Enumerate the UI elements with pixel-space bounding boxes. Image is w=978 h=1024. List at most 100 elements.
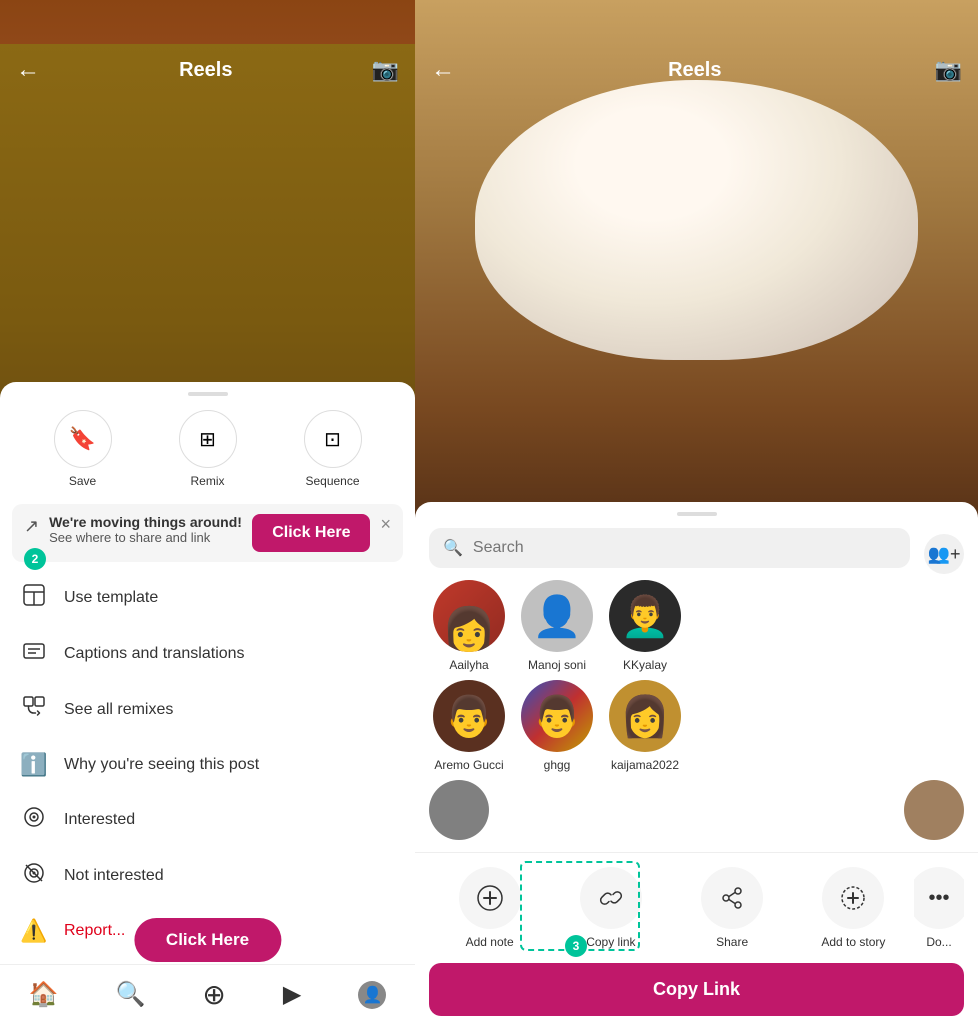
reels-header-right: ← Reels 📷 <box>415 44 978 96</box>
banner-subtitle: See where to share and link <box>49 530 242 545</box>
contact-name-aremo: Aremo Gucci <box>434 758 503 772</box>
page-title-right: Reels <box>668 59 721 82</box>
search-input[interactable] <box>473 539 896 557</box>
do-label: Do... <box>926 935 951 949</box>
contact-avatar-manoj <box>521 580 593 652</box>
why-seeing-item[interactable]: ℹ️ Why you're seeing this post <box>0 738 415 792</box>
contacts-row-1: Aailyha Manoj soni KKyalay <box>415 580 978 680</box>
back-button-left[interactable]: ← <box>16 56 40 84</box>
remix-label: Remix <box>190 474 224 488</box>
camera-icon-right[interactable]: 📷 <box>935 57 962 83</box>
add-story-label: Add to story <box>821 935 885 949</box>
captions-label: Captions and translations <box>64 645 245 663</box>
contact-avatar-kaijama <box>609 680 681 752</box>
share-icon-action <box>701 867 763 929</box>
add-note-action[interactable]: Add note <box>429 867 550 949</box>
see-remixes-item[interactable]: See all remixes <box>0 682 415 738</box>
contact-avatar-partial-2 <box>904 780 964 840</box>
not-interested-item[interactable]: Not interested <box>0 848 415 904</box>
captions-item[interactable]: Captions and translations <box>0 626 415 682</box>
contact-aremo[interactable]: Aremo Gucci <box>429 680 509 772</box>
add-note-icon <box>459 867 521 929</box>
nav-search[interactable]: 🔍 <box>115 980 145 1009</box>
camera-icon-left[interactable]: 📷 <box>372 57 399 83</box>
interested-item[interactable]: Interested <box>0 792 415 848</box>
why-seeing-label: Why you're seeing this post <box>64 756 259 774</box>
contact-name-manoj: Manoj soni <box>528 658 586 672</box>
contact-kkyalay[interactable]: KKyalay <box>605 580 685 672</box>
contact-avatar-partial-1 <box>429 780 489 840</box>
more-action[interactable]: ••• Do... <box>914 867 964 949</box>
share-actions-row: Add note Copy link <box>415 853 978 959</box>
contact-aailyha[interactable]: Aailyha <box>429 580 509 672</box>
remixes-icon <box>20 696 48 724</box>
contact-name-aailyha: Aailyha <box>449 658 488 672</box>
nav-home[interactable]: 🏠 <box>29 980 59 1009</box>
share-sheet: 🔍 👥+ Aailyha Manoj soni KKyalay <box>415 502 978 1024</box>
contact-partial-2[interactable] <box>904 780 964 840</box>
add-note-label: Add note <box>466 935 514 949</box>
interested-icon <box>20 806 48 834</box>
use-template-label: Use template <box>64 589 158 607</box>
contact-avatar-aailyha <box>433 580 505 652</box>
bottom-nav: 🏠 🔍 ⊕ ▶ 👤 <box>0 964 415 1024</box>
report-label: Report... <box>64 922 125 940</box>
not-interested-label: Not interested <box>64 867 164 885</box>
not-interested-icon <box>20 862 48 890</box>
step3-badge: 3 <box>565 935 587 957</box>
captions-icon <box>20 640 48 668</box>
contacts-row-3-partial <box>415 780 978 853</box>
interested-label: Interested <box>64 811 135 829</box>
save-item[interactable]: 🔖 Save <box>54 410 112 488</box>
bowl-right <box>475 80 918 360</box>
sequence-icon: ⊡ <box>304 410 362 468</box>
notification-banner: ↗ We're moving things around! See where … <box>12 504 403 562</box>
click-here-button[interactable]: Click Here <box>252 514 370 552</box>
share-actions-container: Add note Copy link <box>415 853 978 959</box>
banner-text-area: We're moving things around! See where to… <box>49 514 242 545</box>
copy-link-label: Copy link <box>586 935 635 949</box>
use-template-item[interactable]: Use template <box>0 570 415 626</box>
contact-kaijama[interactable]: kaijama2022 <box>605 680 685 772</box>
report-icon: ⚠️ <box>20 918 48 944</box>
contact-ghgg[interactable]: ghgg <box>517 680 597 772</box>
sheet-icons-row: 🔖 Save ⊞ Remix ⊡ Sequence <box>0 410 415 504</box>
template-icon <box>20 584 48 612</box>
copy-link-button[interactable]: Copy Link <box>429 963 964 1016</box>
contact-name-kaijama: kaijama2022 <box>611 758 679 772</box>
right-panel: 2:45 🔑⚡9.3K/s 📶🔋 ← Reels 📷 🔍 👥+ Aailyha <box>415 0 978 1024</box>
search-icon: 🔍 <box>443 538 463 558</box>
close-banner-button[interactable]: × <box>380 514 391 535</box>
remix-icon: ⊞ <box>179 410 237 468</box>
reels-header-left: ← Reels 📷 <box>0 44 415 96</box>
remix-item[interactable]: ⊞ Remix <box>179 410 237 488</box>
search-row: 🔍 👥+ <box>415 528 978 580</box>
add-person-button[interactable]: 👥+ <box>924 534 964 574</box>
nav-reels[interactable]: ▶ <box>283 980 301 1009</box>
share-action[interactable]: Share <box>672 867 793 949</box>
search-bar[interactable]: 🔍 <box>429 528 910 568</box>
sequence-item[interactable]: ⊡ Sequence <box>304 410 362 488</box>
see-remixes-label: See all remixes <box>64 701 173 719</box>
add-to-story-action[interactable]: Add to story <box>793 867 914 949</box>
share-handle <box>677 512 717 516</box>
share-label: Share <box>716 935 748 949</box>
save-icon: 🔖 <box>54 410 112 468</box>
contact-manoj[interactable]: Manoj soni <box>517 580 597 672</box>
contact-partial-1[interactable] <box>429 780 489 840</box>
click-here-bottom-button[interactable]: Click Here <box>134 918 281 962</box>
contact-name-ghgg: ghgg <box>544 758 571 772</box>
nav-create[interactable]: ⊕ <box>202 978 225 1011</box>
banner-title: We're moving things around! <box>49 514 242 530</box>
back-button-right[interactable]: ← <box>431 56 455 84</box>
nav-profile[interactable]: 👤 <box>358 981 386 1009</box>
info-icon: ℹ️ <box>20 752 48 778</box>
step2-badge: 2 <box>24 548 46 570</box>
sheet-handle <box>188 392 228 396</box>
contacts-row-2: Aremo Gucci ghgg kaijama2022 <box>415 680 978 780</box>
contact-avatar-ghgg <box>521 680 593 752</box>
left-panel: 2:45 🔑⚡15K/s 📶🔋 ← Reels 📷 🤍 586K 💬 1,267… <box>0 0 415 1024</box>
copy-link-icon <box>580 867 642 929</box>
save-label: Save <box>69 474 96 488</box>
contact-avatar-aremo <box>433 680 505 752</box>
